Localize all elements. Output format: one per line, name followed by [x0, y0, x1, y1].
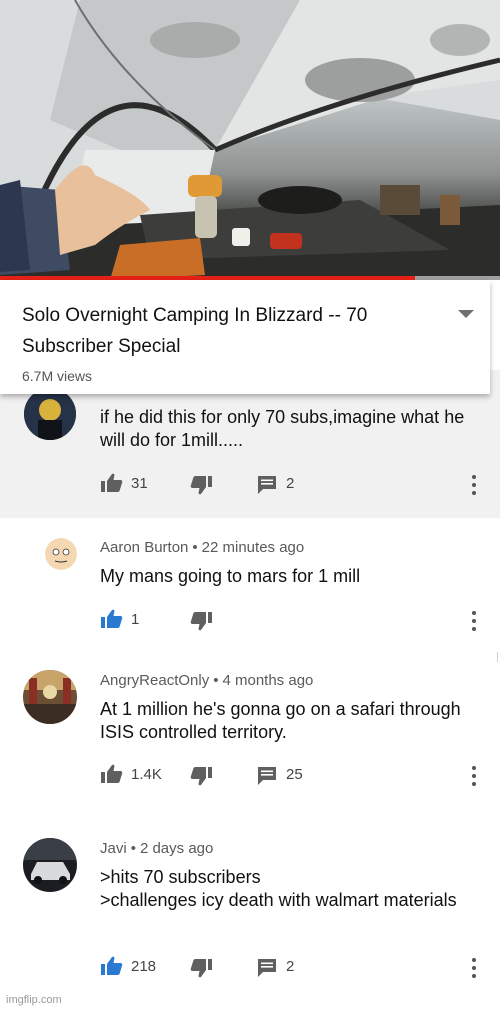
more-vert-icon[interactable]	[468, 609, 480, 633]
comment-author[interactable]: Javi	[100, 840, 127, 857]
reply-count: 2	[286, 475, 295, 492]
thumbs-up-icon	[101, 609, 123, 629]
comment-text: if he did this for only 70 subs,imagine …	[100, 407, 465, 450]
avatar[interactable]	[45, 538, 77, 570]
like-count: 218	[131, 958, 157, 975]
comment-author[interactable]: Aaron Burton	[100, 539, 188, 556]
comment-time: 4 months ago	[222, 672, 314, 689]
reply-icon	[257, 475, 277, 495]
dislike-button[interactable]	[190, 957, 212, 979]
comment-meta: Javi • 2 days ago	[100, 840, 214, 857]
like-button[interactable]	[101, 608, 123, 630]
thumbs-down-icon	[190, 611, 212, 631]
comment-time: 22 minutes ago	[201, 539, 305, 556]
avatar[interactable]	[23, 838, 77, 892]
like-count: 31	[131, 475, 148, 492]
thumbs-down-icon	[190, 475, 212, 495]
comment-author[interactable]: AngryReactOnly	[100, 672, 209, 689]
more-vert-icon[interactable]	[468, 764, 480, 788]
thumbs-up-icon	[101, 764, 123, 784]
reply-button[interactable]	[257, 957, 277, 979]
reply-icon	[257, 766, 277, 786]
reply-count: 25	[286, 766, 303, 783]
video-player[interactable]	[0, 0, 500, 280]
comment-text: My mans going to mars for 1 mill	[100, 566, 361, 586]
dislike-button[interactable]	[190, 474, 212, 496]
comment-meta: Aaron Burton • 22 minutes ago	[100, 539, 305, 556]
reply-icon	[257, 958, 277, 978]
video-frame-camping-tent	[0, 0, 500, 280]
reply-button[interactable]	[257, 765, 277, 787]
more-vert-icon[interactable]	[468, 956, 480, 980]
comment-time: 2 days ago	[139, 840, 214, 857]
watermark: imgflip.com	[6, 994, 62, 1006]
comment-item: Aaron Burton • 22 minutes ago My mans goin…	[0, 518, 500, 648]
comment-text: >hits 70 subscribers >challenges icy dea…	[100, 867, 457, 910]
video-info-panel: Solo Overnight Camping In Blizzard -- 70…	[0, 280, 490, 394]
comment-item: Javi • 2 days ago >hits 70 subscribers >ch…	[0, 818, 500, 990]
avatar[interactable]	[23, 670, 77, 724]
dislike-button[interactable]	[190, 765, 212, 787]
thumbs-down-icon	[190, 958, 212, 978]
video-view-count: 6.7M views	[22, 368, 93, 384]
chevron-down-icon[interactable]	[456, 306, 476, 320]
reply-button[interactable]	[257, 474, 277, 496]
reply-count: 2	[286, 958, 295, 975]
scroll-edge-marker	[494, 652, 498, 662]
like-button[interactable]	[101, 955, 123, 977]
like-count: 1.4K	[131, 766, 162, 783]
avatar[interactable]	[24, 388, 76, 440]
thumbs-up-icon	[101, 473, 123, 493]
thumbs-up-icon	[101, 956, 123, 976]
like-count: 1	[131, 611, 140, 628]
more-vert-icon[interactable]	[468, 473, 480, 497]
thumbs-down-icon	[190, 766, 212, 786]
dislike-button[interactable]	[190, 610, 212, 632]
like-button[interactable]	[101, 472, 123, 494]
video-title: Solo Overnight Camping In Blizzard -- 70…	[22, 305, 368, 357]
comment-meta: AngryReactOnly • 4 months ago	[100, 672, 314, 689]
comment-item: AngryReactOnly • 4 months ago At 1 million…	[0, 648, 500, 818]
comment-text: At 1 million he's gonna go on a safari t…	[100, 699, 461, 742]
like-button[interactable]	[101, 763, 123, 785]
